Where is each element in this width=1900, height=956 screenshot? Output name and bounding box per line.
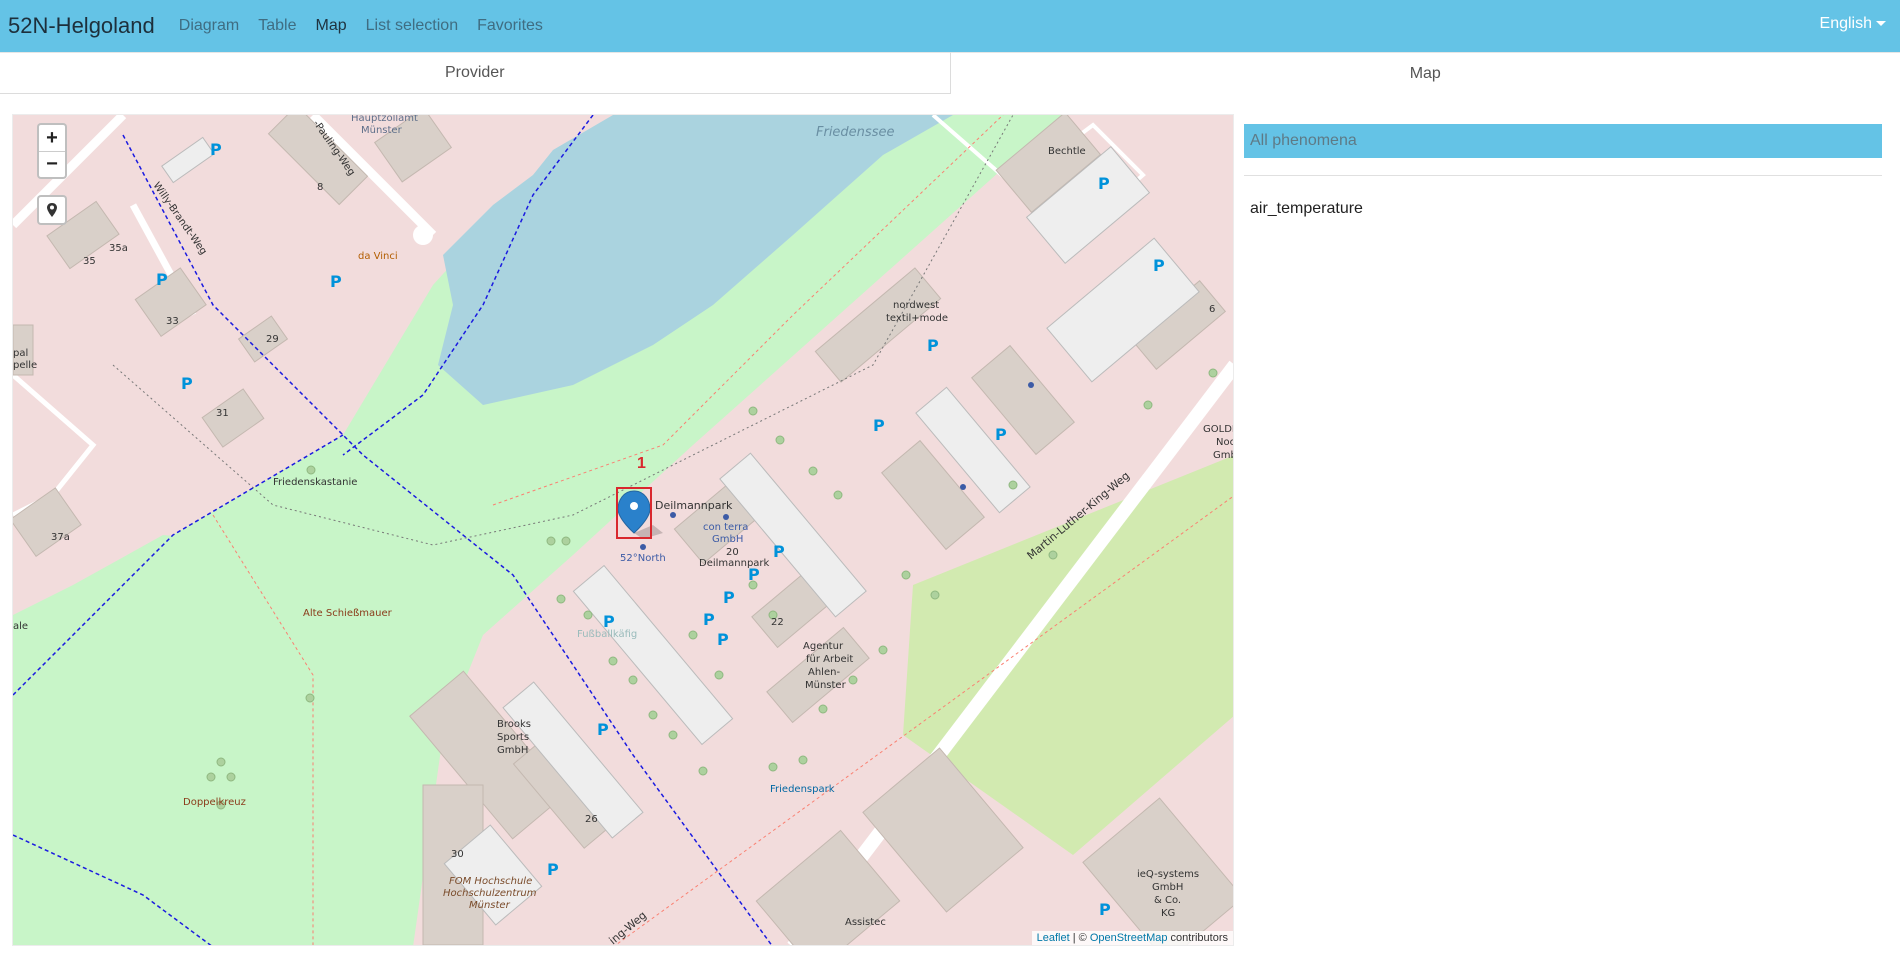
- svg-text:pelle: pelle: [13, 360, 37, 371]
- nav-diagram[interactable]: Diagram: [179, 17, 239, 35]
- chevron-down-icon: [1876, 21, 1886, 27]
- svg-text:30: 30: [451, 849, 464, 860]
- tab-provider[interactable]: Provider: [0, 52, 951, 94]
- svg-text:Münster: Münster: [469, 900, 511, 911]
- svg-text:35a: 35a: [109, 243, 128, 254]
- svg-text:Bechtle: Bechtle: [1048, 146, 1086, 157]
- svg-text:pal: pal: [13, 348, 28, 359]
- svg-text:ale: ale: [13, 621, 28, 632]
- all-phenomena-header[interactable]: All phenomena: [1244, 124, 1882, 158]
- svg-text:Deilmannpark: Deilmannpark: [699, 558, 770, 569]
- svg-text:P: P: [181, 374, 193, 393]
- svg-text:Deilmannpark: Deilmannpark: [655, 499, 733, 512]
- svg-text:GOLDI: GOLDI: [1203, 424, 1234, 435]
- svg-text:22: 22: [771, 617, 784, 628]
- svg-text:Alte Schießmauer: Alte Schießmauer: [303, 608, 393, 619]
- svg-text:P: P: [717, 630, 729, 649]
- svg-text:6: 6: [1209, 304, 1215, 315]
- svg-text:Sports: Sports: [497, 732, 529, 743]
- svg-text:ing-Weg: ing-Weg: [607, 909, 649, 946]
- svg-text:für Arbeit: für Arbeit: [806, 654, 853, 665]
- station-marker[interactable]: [616, 487, 652, 539]
- svg-text:P: P: [873, 416, 885, 435]
- map-attribution: Leaflet | © OpenStreetMap contributors: [1031, 931, 1233, 945]
- tab-map[interactable]: Map: [950, 52, 1900, 94]
- zoom-out-button[interactable]: −: [39, 151, 65, 177]
- svg-text:P: P: [156, 270, 168, 289]
- app-brand[interactable]: 52N-Helgoland: [8, 13, 155, 39]
- svg-text:con terra: con terra: [703, 522, 748, 533]
- svg-text:ieQ-systems: ieQ-systems: [1137, 869, 1199, 880]
- svg-text:37a: 37a: [51, 532, 70, 543]
- svg-text:20: 20: [726, 547, 739, 558]
- svg-text:GmbH: GmbH: [712, 534, 743, 545]
- svg-text:P: P: [703, 610, 715, 629]
- attribution-contributors: contributors: [1167, 932, 1228, 944]
- locate-button[interactable]: [37, 195, 67, 225]
- svg-text:Noc: Noc: [1216, 437, 1234, 448]
- svg-text:P: P: [773, 542, 785, 561]
- svg-text:GmbH: GmbH: [497, 745, 528, 756]
- language-label: English: [1819, 15, 1872, 32]
- phenomenon-item[interactable]: air_temperature: [1244, 176, 1882, 242]
- svg-text:Brooks: Brooks: [497, 719, 531, 730]
- svg-text:Hochschulzentrum: Hochschulzentrum: [443, 888, 537, 899]
- svg-text:Friedenspark: Friedenspark: [770, 784, 835, 795]
- zoom-control: + −: [37, 123, 67, 179]
- svg-text:P: P: [547, 860, 559, 879]
- svg-text:33: 33: [166, 316, 179, 327]
- svg-text:textil+mode: textil+mode: [886, 313, 948, 324]
- svg-text:Friedenssee: Friedenssee: [816, 125, 894, 140]
- svg-text:31: 31: [216, 408, 229, 419]
- nav-favorites[interactable]: Favorites: [477, 17, 543, 35]
- svg-text:P: P: [1099, 900, 1111, 919]
- svg-text:P: P: [330, 272, 342, 291]
- svg-text:26: 26: [585, 814, 598, 825]
- navbar: 52N-Helgoland Diagram Table Map List sel…: [0, 0, 1900, 52]
- svg-text:52°North: 52°North: [620, 553, 666, 564]
- nav-list-selection[interactable]: List selection: [366, 17, 459, 35]
- svg-text:P: P: [1153, 256, 1165, 275]
- osm-link[interactable]: OpenStreetMap: [1090, 932, 1168, 944]
- svg-text:Doppelkreuz: Doppelkreuz: [183, 797, 246, 808]
- svg-text:Friedenskastanie: Friedenskastanie: [273, 477, 357, 488]
- svg-text:P: P: [995, 425, 1007, 444]
- phenomena-panel: All phenomena air_temperature: [1244, 124, 1882, 242]
- svg-text:FOM Hochschule: FOM Hochschule: [449, 876, 532, 887]
- svg-text:Agentur: Agentur: [803, 641, 844, 652]
- svg-text:Fußballkäfig: Fußballkäfig: [577, 629, 637, 640]
- svg-text:P: P: [597, 720, 609, 739]
- svg-text:Willy-Brandt-Weg: Willy-Brandt-Weg: [151, 180, 209, 257]
- svg-text:Münster: Münster: [805, 680, 847, 691]
- svg-text:Münster: Münster: [361, 125, 403, 136]
- svg-text:& Co.: & Co.: [1154, 895, 1181, 906]
- svg-text:P: P: [723, 588, 735, 607]
- svg-text:P: P: [210, 140, 222, 159]
- svg-text:GmbH: GmbH: [1152, 882, 1183, 893]
- svg-text:P: P: [1098, 174, 1110, 193]
- svg-text:Gmb: Gmb: [1213, 450, 1234, 461]
- svg-text:Assistec: Assistec: [845, 917, 886, 928]
- svg-text:35: 35: [83, 256, 96, 267]
- nav-table[interactable]: Table: [258, 17, 296, 35]
- location-pin-icon: [47, 203, 57, 217]
- map-view[interactable]: PPPP PPPP PPPP PPPP PP Friedenssee Becht…: [12, 114, 1234, 946]
- marker-number: 1: [637, 455, 646, 472]
- svg-text:KG: KG: [1161, 908, 1175, 919]
- svg-text:Ahlen-: Ahlen-: [808, 667, 840, 678]
- zoom-in-button[interactable]: +: [39, 125, 65, 151]
- svg-text:8: 8: [317, 182, 323, 193]
- view-tabs: Provider Map: [0, 52, 1900, 94]
- svg-text:Hauptzollamt: Hauptzollamt: [351, 115, 418, 124]
- svg-text:nordwest: nordwest: [893, 300, 939, 311]
- nav-map[interactable]: Map: [315, 17, 346, 35]
- language-dropdown[interactable]: English: [1820, 15, 1886, 33]
- svg-text:da Vinci: da Vinci: [358, 251, 398, 262]
- svg-text:P: P: [927, 336, 939, 355]
- leaflet-link[interactable]: Leaflet: [1037, 932, 1070, 944]
- attribution-separator: | ©: [1069, 932, 1090, 944]
- svg-text:29: 29: [266, 334, 279, 345]
